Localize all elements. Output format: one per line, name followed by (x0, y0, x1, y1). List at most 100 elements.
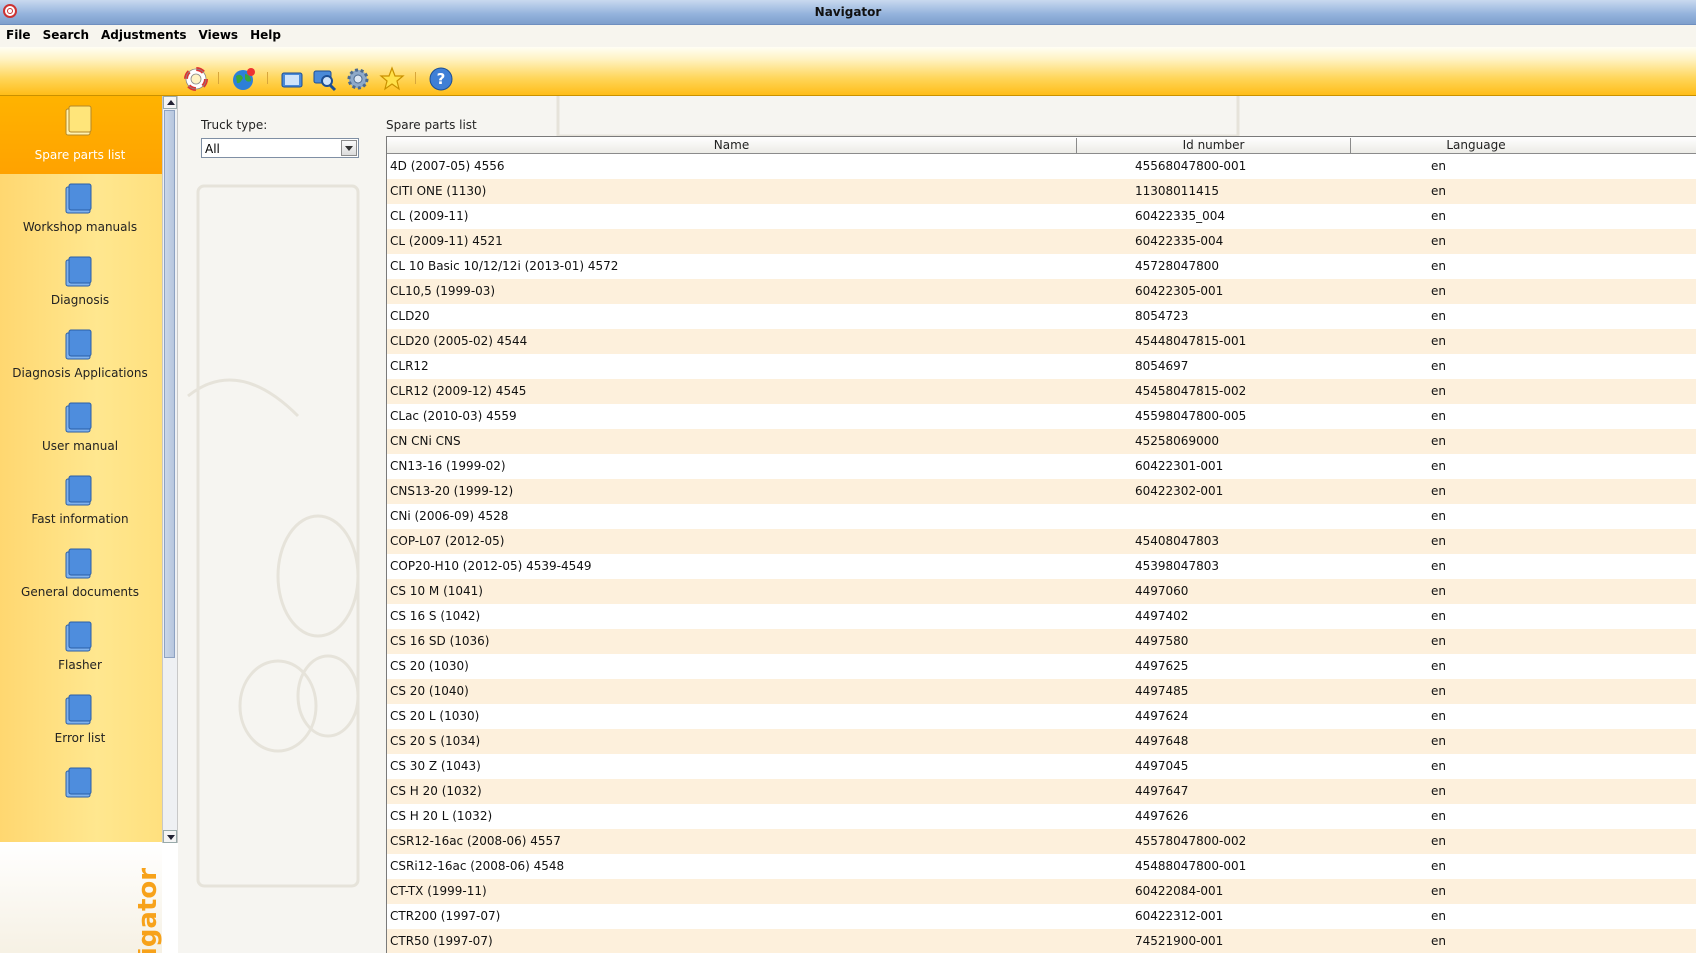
table-row[interactable]: CT-TX (1999-11) 60422084-001 en (387, 879, 1696, 904)
table-row[interactable]: CS 10 M (1041) 4497060 en (387, 579, 1696, 604)
cell-name: CNi (2006-09) 4528 (390, 509, 509, 523)
scroll-thumb[interactable] (164, 110, 175, 658)
gear-icon[interactable] (345, 66, 371, 92)
table-row[interactable]: CS 20 (1030) 4497625 en (387, 654, 1696, 679)
sidebar: Spare parts list Workshop manuals Diagno… (0, 96, 162, 953)
cell-name: CS H 20 L (1032) (390, 809, 493, 823)
cell-id-number: 60422335_004 (1135, 209, 1225, 223)
cell-id-number: 60422301-001 (1135, 459, 1224, 473)
column-header-id-number[interactable]: Id number (1077, 138, 1351, 153)
table-row[interactable]: CL10,5 (1999-03) 60422305-001 en (387, 279, 1696, 304)
menu-bar: File Search Adjustments Views Help (0, 25, 1696, 47)
folder-icon (65, 329, 92, 360)
menu-file[interactable]: File (0, 25, 37, 42)
table-row[interactable]: COP-L07 (2012-05) 45408047803 en (387, 529, 1696, 554)
table-row[interactable]: CSR12-16ac (2008-06) 4557 45578047800-002… (387, 829, 1696, 854)
folder-icon (65, 621, 92, 652)
table-row[interactable]: CLD20 8054723 en (387, 304, 1696, 329)
table-row[interactable]: CITI ONE (1130) 11308011415 en (387, 179, 1696, 204)
folder-icon (65, 256, 92, 287)
cell-id-number: 60422335-004 (1135, 234, 1224, 248)
search-icon[interactable] (311, 66, 337, 92)
cell-name: CS 20 (1030) (390, 659, 469, 673)
cell-id-number: 45598047800-005 (1135, 409, 1247, 423)
table-row[interactable]: CL 10 Basic 10/12/12i (2013-01) 4572 4572… (387, 254, 1696, 279)
sidebar-item-error-list[interactable]: Error list (0, 685, 162, 763)
table-row[interactable]: CTR200 (1997-07) 60422312-001 en (387, 904, 1696, 929)
table-row[interactable]: CS H 20 L (1032) 4497626 en (387, 804, 1696, 829)
table-row[interactable]: CNi (2006-09) 4528 en (387, 504, 1696, 529)
spare-parts-table: Name Id number Language 4D (2007-05) 455… (386, 136, 1696, 953)
help-icon[interactable]: ? (428, 66, 454, 92)
cell-id-number: 4497625 (1135, 659, 1189, 673)
column-header-language[interactable]: Language (1351, 138, 1601, 153)
chevron-down-icon[interactable] (341, 140, 357, 156)
table-row[interactable]: CNS13-20 (1999-12) 60422302-001 en (387, 479, 1696, 504)
column-header-name[interactable]: Name (387, 138, 1077, 153)
table-row[interactable]: CS 16 S (1042) 4497402 en (387, 604, 1696, 629)
cell-language: en (1431, 734, 1446, 748)
table-row[interactable]: CL (2009-11) 60422335_004 en (387, 204, 1696, 229)
cell-language: en (1431, 209, 1446, 223)
table-row[interactable]: 4D (2007-05) 4556 45568047800-001 en (387, 154, 1696, 179)
truck-type-select[interactable]: All (201, 138, 359, 158)
folder-icon (65, 767, 92, 798)
cell-name: CITI ONE (1130) (390, 184, 487, 198)
table-row[interactable]: CS 20 L (1030) 4497624 en (387, 704, 1696, 729)
cell-language: en (1431, 659, 1446, 673)
menu-search[interactable]: Search (37, 25, 95, 42)
sidebar-item-general-documents[interactable]: General documents (0, 539, 162, 617)
table-row[interactable]: CLac (2010-03) 4559 45598047800-005 en (387, 404, 1696, 429)
cell-id-number: 45458047815-002 (1135, 384, 1247, 398)
lifebuoy-icon[interactable] (183, 66, 209, 92)
table-row[interactable]: CS 20 S (1034) 4497648 en (387, 729, 1696, 754)
menu-help[interactable]: Help (244, 25, 287, 42)
table-row[interactable]: CTR50 (1997-07) 74521900-001 en (387, 929, 1696, 953)
sidebar-item-diagnosis-applications[interactable]: Diagnosis Applications (0, 320, 162, 398)
folder-icon (65, 183, 92, 214)
menu-adjustments[interactable]: Adjustments (95, 25, 192, 42)
cell-name: CLR12 (2009-12) 4545 (390, 384, 527, 398)
table-row[interactable]: CS 16 SD (1036) 4497580 en (387, 629, 1696, 654)
cell-name: CTR50 (1997-07) (390, 934, 493, 948)
cell-id-number: 45448047815-001 (1135, 334, 1247, 348)
sidebar-item-user-manual[interactable]: User manual (0, 393, 162, 471)
table-row[interactable]: CLD20 (2005-02) 4544 45448047815-001 en (387, 329, 1696, 354)
table-header: Name Id number Language (387, 137, 1696, 154)
sidebar-item-workshop-manuals[interactable]: Workshop manuals (0, 174, 162, 252)
sidebar-item-label: Fast information (31, 512, 129, 526)
sidebar-item-more[interactable] (0, 758, 162, 836)
sidebar-scrollbar[interactable] (162, 96, 178, 843)
sidebar-item-spare-parts-list[interactable]: Spare parts list (0, 96, 162, 174)
sidebar-item-label: Error list (54, 731, 106, 745)
menu-views[interactable]: Views (193, 25, 245, 42)
cell-name: CL (2009-11) 4521 (390, 234, 503, 248)
table-row[interactable]: CSRi12-16ac (2008-06) 4548 45488047800-00… (387, 854, 1696, 879)
globe-icon[interactable] (231, 66, 257, 92)
star-icon[interactable] (379, 66, 405, 92)
cell-name: CS 10 M (1041) (390, 584, 483, 598)
table-row[interactable]: COP20-H10 (2012-05) 4539-4549 45398047803… (387, 554, 1696, 579)
sidebar-item-fast-information[interactable]: Fast information (0, 466, 162, 544)
cell-language: en (1431, 784, 1446, 798)
table-row[interactable]: CLR12 (2009-12) 4545 45458047815-002 en (387, 379, 1696, 404)
book-search-icon[interactable] (279, 66, 305, 92)
table-row[interactable]: CLR12 8054697 en (387, 354, 1696, 379)
folder-icon (65, 475, 92, 506)
table-row[interactable]: CL (2009-11) 4521 60422335-004 en (387, 229, 1696, 254)
cell-name: 4D (2007-05) 4556 (390, 159, 505, 173)
sidebar-item-flasher[interactable]: Flasher (0, 612, 162, 690)
table-row[interactable]: CN CNi CNS 45258069000 en (387, 429, 1696, 454)
scroll-down-button[interactable] (163, 830, 177, 843)
cell-id-number: 45258069000 (1135, 434, 1219, 448)
cell-id-number: 45408047803 (1135, 534, 1219, 548)
cell-id-number: 4497060 (1135, 584, 1189, 598)
folder-icon (65, 694, 92, 725)
table-row[interactable]: CN13-16 (1999-02) 60422301-001 en (387, 454, 1696, 479)
cell-name: CL10,5 (1999-03) (390, 284, 496, 298)
scroll-up-button[interactable] (163, 96, 177, 109)
table-row[interactable]: CS 30 Z (1043) 4497045 en (387, 754, 1696, 779)
table-row[interactable]: CS 20 (1040) 4497485 en (387, 679, 1696, 704)
sidebar-item-diagnosis[interactable]: Diagnosis (0, 247, 162, 325)
table-row[interactable]: CS H 20 (1032) 4497647 en (387, 779, 1696, 804)
